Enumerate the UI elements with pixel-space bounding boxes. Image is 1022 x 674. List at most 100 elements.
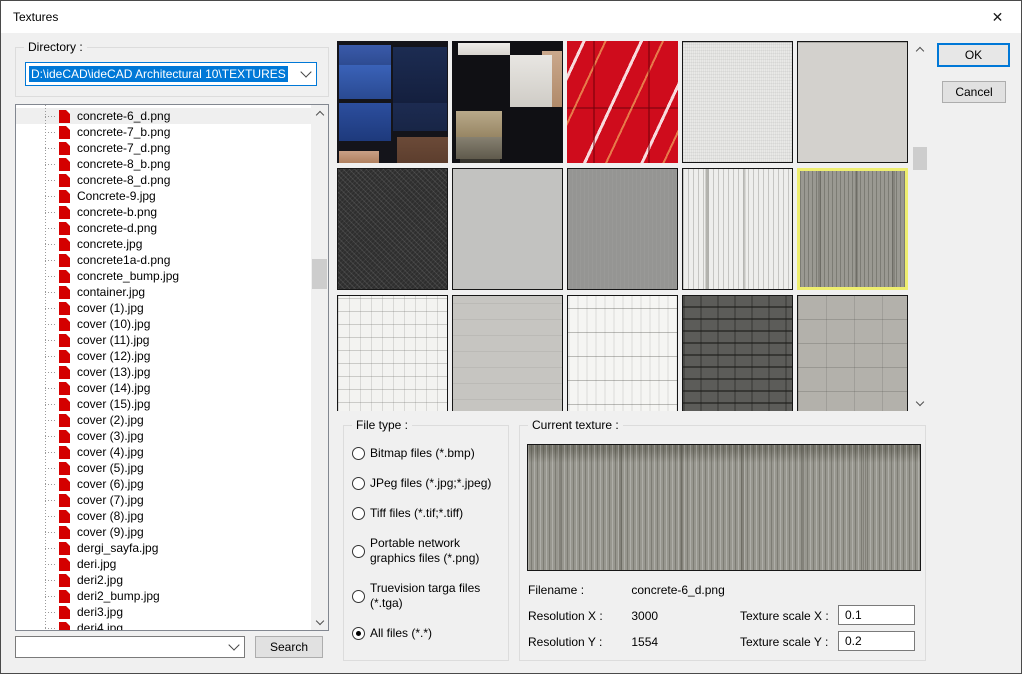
radio-button-icon[interactable] (352, 627, 365, 640)
list-item[interactable]: cover (13).jpg (16, 364, 312, 380)
list-item[interactable]: concrete-8_d.png (16, 172, 312, 188)
texture-thumbnail-clothing-atlas-child[interactable] (337, 41, 448, 163)
scroll-up-icon[interactable] (912, 41, 928, 57)
radio-button-icon[interactable] (352, 507, 365, 520)
scroll-down-icon[interactable] (912, 395, 928, 411)
file-name: cover (8).jpg (77, 509, 144, 523)
list-item[interactable]: concrete-d.png (16, 220, 312, 236)
tree-connector (45, 500, 57, 501)
list-item[interactable]: cover (3).jpg (16, 428, 312, 444)
texture-thumbnail-concrete-light-flat[interactable] (452, 295, 563, 411)
scrollbar-thumb[interactable] (312, 259, 327, 289)
close-button[interactable]: ✕ (975, 2, 1020, 32)
file-icon (59, 590, 70, 603)
thumbnail-grid-scrollbar[interactable] (912, 41, 928, 411)
file-icon (59, 446, 70, 459)
texture-scale-x-input[interactable] (838, 605, 915, 625)
list-item[interactable]: cover (2).jpg (16, 412, 312, 428)
file-name: cover (12).jpg (77, 349, 150, 363)
list-item[interactable]: deri4.jpg (16, 620, 312, 630)
radio-button-icon[interactable] (352, 477, 365, 490)
texture-thumbnail-plaster-white-streaks[interactable] (567, 295, 678, 411)
texture-thumbnail-masonry-dark-rows[interactable] (682, 295, 793, 411)
file-tree-scrollbar[interactable] (311, 105, 328, 630)
list-item[interactable]: deri2.jpg (16, 572, 312, 588)
list-item[interactable]: cover (7).jpg (16, 492, 312, 508)
texture-thumbnail-concrete-dark-speckled[interactable] (337, 168, 448, 290)
list-item[interactable]: concrete-6_d.png (16, 108, 312, 124)
scroll-up-icon[interactable] (311, 105, 328, 121)
ok-button[interactable]: OK (937, 43, 1010, 67)
list-item[interactable]: cover (1).jpg (16, 300, 312, 316)
radio-option[interactable]: Portable network graphics files (*.png) (352, 536, 508, 566)
file-icon (59, 494, 70, 507)
list-item[interactable]: cover (8).jpg (16, 508, 312, 524)
list-item[interactable]: cover (15).jpg (16, 396, 312, 412)
directory-combobox[interactable]: D:\ideCAD\ideCAD Architectural 10\TEXTUR… (25, 62, 317, 86)
texture-thumbnail-paper-speckled-light[interactable] (682, 41, 793, 163)
texture-scale-y-input[interactable] (838, 631, 915, 651)
list-item[interactable]: deri3.jpg (16, 604, 312, 620)
list-item[interactable]: concrete-b.png (16, 204, 312, 220)
list-item[interactable]: cover (4).jpg (16, 444, 312, 460)
file-name: cover (14).jpg (77, 381, 150, 395)
file-icon (59, 542, 70, 555)
list-item[interactable]: deri.jpg (16, 556, 312, 572)
radio-option[interactable]: All files (*.*) (352, 626, 508, 641)
file-name: concrete-7_b.png (77, 125, 170, 139)
scroll-down-icon[interactable] (311, 614, 328, 630)
file-icon (59, 334, 70, 347)
tree-connector (45, 404, 57, 405)
list-item[interactable]: cover (11).jpg (16, 332, 312, 348)
chevron-down-icon[interactable] (300, 66, 311, 77)
list-item[interactable]: cover (9).jpg (16, 524, 312, 540)
list-item[interactable]: concrete-7_b.png (16, 124, 312, 140)
filename-row: Filename : concrete-6_d.png (528, 583, 725, 597)
texture-thumbnail-concrete-blocks-gray[interactable] (797, 295, 908, 411)
texture-thumbnail-clothing-atlas-man[interactable] (452, 41, 563, 163)
tree-connector (45, 468, 57, 469)
file-name: container.jpg (77, 285, 145, 299)
texture-thumbnail-concrete-striated-gray[interactable] (797, 168, 908, 290)
current-texture-group-label: Current texture : (528, 418, 623, 432)
texture-thumbnail-concrete-light-gray[interactable] (797, 41, 908, 163)
radio-option[interactable]: Tiff files (*.tif;*.tiff) (352, 506, 508, 521)
directory-group-label: Directory : (24, 40, 87, 54)
resolution-x-row: Resolution X : 3000 (528, 609, 658, 623)
radio-option[interactable]: Bitmap files (*.bmp) (352, 446, 508, 461)
texture-scale-x-label: Texture scale X : (740, 609, 829, 623)
list-item[interactable]: cover (10).jpg (16, 316, 312, 332)
list-item[interactable]: concrete-7_d.png (16, 140, 312, 156)
list-item[interactable]: dergi_sayfa.jpg (16, 540, 312, 556)
directory-value: D:\ideCAD\ideCAD Architectural 10\TEXTUR… (29, 66, 288, 82)
list-item[interactable]: cover (6).jpg (16, 476, 312, 492)
list-item[interactable]: container.jpg (16, 284, 312, 300)
list-item[interactable]: cover (5).jpg (16, 460, 312, 476)
list-item[interactable]: Concrete-9.jpg (16, 188, 312, 204)
search-input[interactable] (16, 637, 244, 657)
radio-option[interactable]: Truevision targa files (*.tga) (352, 581, 508, 611)
list-item[interactable]: deri2_bump.jpg (16, 588, 312, 604)
list-item[interactable]: concrete_bump.jpg (16, 268, 312, 284)
texture-thumbnail-concrete-medium-gray[interactable] (567, 168, 678, 290)
texture-thumbnail-concrete-pale-gray[interactable] (452, 168, 563, 290)
file-tree[interactable]: concrete-6_d.pngconcrete-7_b.pngconcrete… (15, 104, 329, 631)
radio-button-icon[interactable] (352, 447, 365, 460)
list-item[interactable]: concrete1a-d.png (16, 252, 312, 268)
list-item[interactable]: concrete.jpg (16, 236, 312, 252)
list-item[interactable]: cover (14).jpg (16, 380, 312, 396)
search-combobox[interactable] (15, 636, 245, 658)
file-name: deri2_bump.jpg (77, 589, 160, 603)
list-item[interactable]: concrete-8_b.png (16, 156, 312, 172)
texture-thumbnail-coca-cola-cans[interactable] (567, 41, 678, 163)
cancel-button[interactable]: Cancel (942, 81, 1006, 103)
texture-thumbnail-concrete-striated-white[interactable] (682, 168, 793, 290)
radio-option[interactable]: JPeg files (*.jpg;*.jpeg) (352, 476, 508, 491)
texture-thumbnail-concrete-formwork-grid[interactable] (337, 295, 448, 411)
scrollbar-thumb[interactable] (913, 147, 927, 170)
list-item[interactable]: cover (12).jpg (16, 348, 312, 364)
search-button[interactable]: Search (255, 636, 323, 658)
radio-button-icon[interactable] (352, 590, 365, 603)
radio-button-icon[interactable] (352, 545, 365, 558)
resolution-y-value: 1554 (631, 635, 658, 649)
